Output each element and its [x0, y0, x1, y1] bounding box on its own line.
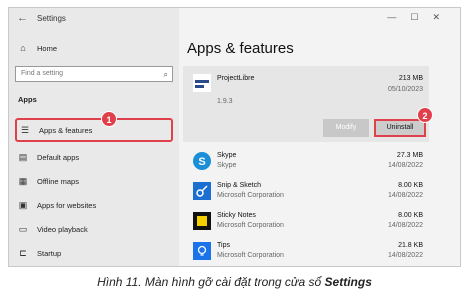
page-title: Apps & features	[187, 40, 294, 57]
app-version: 1.9.3	[217, 98, 233, 105]
list-item[interactable]: S Skype Skype 27.3 MB 14/08/2022	[183, 148, 429, 178]
back-arrow-icon[interactable]: ←	[17, 12, 28, 24]
sidebar-item-default-apps[interactable]: ▤ Default apps	[15, 146, 173, 168]
svg-text:S: S	[198, 156, 205, 168]
list-item[interactable]: Sticky Notes Microsoft Corporation 8.00 …	[183, 208, 429, 238]
sidebar-item-apps-for-websites[interactable]: ▣ Apps for websites	[15, 194, 173, 216]
search-input[interactable]: Find a setting ⌕	[15, 66, 173, 82]
app-size: 213 MB	[398, 75, 423, 82]
app-size: 27.3 MB	[396, 152, 423, 159]
section-label: Apps	[18, 95, 37, 104]
sidebar-item-apps-features[interactable]: ☰ Apps & features	[15, 118, 173, 142]
app-publisher: Microsoft Corporation	[217, 192, 284, 199]
tips-icon	[193, 242, 211, 260]
snip-sketch-icon	[193, 182, 211, 200]
default-apps-icon: ▤	[18, 151, 28, 162]
app-name: Sticky Notes	[217, 212, 256, 219]
app-name: Tips	[217, 242, 230, 249]
app-date: 14/08/2022	[387, 222, 423, 229]
maximize-icon[interactable]: ☐	[410, 12, 432, 22]
list-item[interactable]: Snip & Sketch Microsoft Corporation 8.00…	[183, 178, 429, 208]
app-size: 21.8 KB	[398, 242, 423, 249]
main-panel: —☐✕ Apps & features ProjectLibre 1.9.3 2…	[179, 8, 460, 266]
video-icon: ▭	[18, 223, 28, 234]
home-icon: ⌂	[20, 43, 26, 53]
close-icon[interactable]: ✕	[432, 12, 454, 22]
caption-text: Hình 11. Màn hình gỡ cài đặt trong cửa s…	[97, 275, 325, 289]
startup-icon: ⊏	[19, 247, 27, 258]
sidebar-item-offline-maps[interactable]: ▦ Offline maps	[15, 170, 173, 192]
sidebar-item-label: Apps & features	[39, 125, 93, 135]
sidebar-item-label: Apps for websites	[37, 200, 97, 210]
skype-icon: S	[193, 152, 211, 170]
sidebar-item-label: Offline maps	[37, 176, 79, 186]
nav-home[interactable]: ⌂ Home	[15, 37, 173, 59]
search-icon: ⌕	[163, 70, 168, 79]
figure-caption: Hình 11. Màn hình gỡ cài đặt trong cửa s…	[0, 275, 469, 289]
sidebar-item-label: Startup	[37, 248, 62, 258]
selected-app-item[interactable]: ProjectLibre 1.9.3 213 MB 05/10/2023 Mod…	[183, 66, 429, 142]
app-name: Skype	[217, 152, 237, 159]
map-icon: ▦	[18, 175, 28, 186]
search-placeholder: Find a setting	[21, 70, 64, 77]
app-publisher: Skype	[217, 162, 237, 169]
app-date: 14/08/2022	[387, 252, 423, 259]
app-size: 8.00 KB	[398, 182, 423, 189]
app-name: ProjectLibre	[217, 75, 255, 82]
projectlibre-icon	[193, 74, 211, 92]
sticky-notes-icon	[193, 212, 211, 230]
settings-window: ← Settings ⌂ Home Find a setting ⌕ Apps …	[8, 7, 461, 267]
app-publisher: Microsoft Corporation	[217, 222, 284, 229]
callout-badge-1: 1	[101, 111, 117, 127]
minimize-icon[interactable]: —	[387, 12, 410, 22]
app-date: 05/10/2023	[387, 86, 423, 93]
app-publisher: Microsoft Corporation	[217, 252, 284, 259]
modify-button[interactable]: Modify	[323, 119, 369, 137]
app-date: 14/08/2022	[387, 162, 423, 169]
list-item[interactable]: Tips Microsoft Corporation 21.8 KB 14/08…	[183, 238, 429, 266]
sidebar-item-startup[interactable]: ⊏ Startup	[15, 242, 173, 264]
sidebar-item-label: Video playback	[37, 224, 88, 234]
window-title: Settings	[37, 14, 66, 23]
app-date: 14/08/2022	[387, 192, 423, 199]
sidebar-item-video-playback[interactable]: ▭ Video playback	[15, 218, 173, 240]
nav-home-label: Home	[37, 43, 58, 53]
app-size: 8.00 KB	[398, 212, 423, 219]
title-bar: ← Settings	[9, 8, 179, 30]
window-controls: —☐✕	[387, 12, 454, 23]
website-icon: ▣	[18, 199, 28, 210]
sidebar-item-label: Default apps	[37, 152, 80, 162]
callout-badge-2: 2	[417, 107, 433, 123]
uninstall-button[interactable]: Uninstall	[374, 119, 426, 137]
app-name: Snip & Sketch	[217, 182, 261, 189]
apps-list-icon: ☰	[20, 124, 30, 135]
caption-bold: Settings	[324, 275, 372, 289]
sidebar: ← Settings ⌂ Home Find a setting ⌕ Apps …	[9, 8, 179, 266]
